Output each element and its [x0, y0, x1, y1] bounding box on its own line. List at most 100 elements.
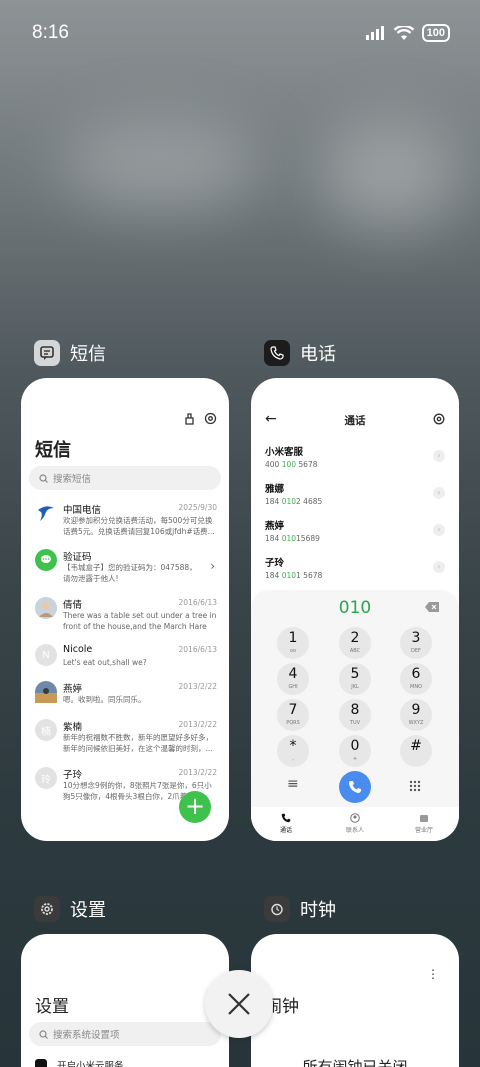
sender-name: 燕婷 — [63, 684, 83, 695]
settings-item[interactable]: 开启小米云服务 — [35, 1058, 124, 1067]
more-options-icon[interactable]: ⋮ — [427, 967, 439, 981]
app-label-phone[interactable]: 电话 — [264, 340, 336, 366]
message-preview: 新年的祝福数不胜数，新年的愿望好多好多，新年的问候依旧美好，在这个温馨的时刻，.… — [63, 733, 213, 753]
message-date: 2013/2/22 — [178, 682, 217, 691]
list-item[interactable]: 中国电信 2025/9/30 欢迎参加积分兑换话费活动，每500分可兑换话费5元… — [35, 502, 217, 542]
dial-key[interactable]: 1 oo — [277, 627, 309, 659]
message-preview: There was a table set out under a tree i… — [63, 611, 217, 631]
contact-name: 子玲 — [265, 558, 285, 569]
chevron-right-icon[interactable]: › — [433, 487, 445, 499]
background-blur — [60, 120, 260, 210]
settings-gear-icon[interactable] — [204, 412, 217, 425]
search-icon — [39, 1029, 48, 1039]
phone-app-icon — [264, 340, 290, 366]
china-telecom-logo-icon — [35, 502, 57, 524]
dial-key[interactable]: *, — [277, 735, 309, 767]
list-item[interactable]: 倩倩 2016/6/13 There was a table set out u… — [35, 597, 217, 637]
search-placeholder: 搜索短信 — [53, 474, 92, 485]
message-preview: 嗯。收到啦。同乐同乐。 — [63, 695, 146, 704]
sender-name: Nicole — [63, 644, 93, 655]
status-icons: 100 — [365, 24, 450, 42]
settings-app-card[interactable]: 设置 搜索系统设置项 开启小米云服务 — [21, 934, 229, 1067]
list-item[interactable]: 燕婷 2013/2/22 嗯。收到啦。同乐同乐。 — [35, 681, 217, 721]
clock-app-card[interactable]: ⋮ 闹钟 所有闹钟已关闭 — [251, 934, 459, 1067]
dial-key[interactable]: 0 + — [339, 735, 371, 767]
contact-name: 小米客服 — [265, 447, 304, 458]
sender-name: 子玲 — [63, 770, 83, 781]
tab-label: 营业厅 — [414, 827, 433, 834]
dialpad-grid-icon[interactable] — [409, 780, 421, 792]
bottom-tab-bar: 通话 联系人 营业厅 — [251, 807, 459, 841]
settings-item-label: 开启小米云服务 — [57, 1061, 124, 1067]
dial-key[interactable]: 8 TUV — [339, 699, 371, 731]
settings-gear-icon[interactable] — [433, 413, 445, 425]
contact-item[interactable]: 燕婷 184 01015689 › — [265, 518, 445, 548]
search-icon — [39, 473, 48, 483]
message-date: 2016/6/13 — [178, 598, 217, 607]
contact-number: 184 01015689 — [265, 534, 320, 543]
contact-item[interactable]: 雅娜 184 0102 4685 › — [265, 481, 445, 511]
new-message-button[interactable]: + — [179, 791, 211, 823]
settings-app-icon — [34, 896, 60, 922]
message-preview: 【韦城盒子】您的验证码为：047588，请勿泄露于他人! — [63, 563, 197, 583]
call-button[interactable] — [339, 771, 371, 803]
search-input[interactable]: 搜索短信 — [29, 466, 221, 490]
menu-icon[interactable]: ≡ — [287, 776, 299, 792]
battery-indicator: 100 — [421, 24, 450, 42]
sender-name: 验证码 — [63, 552, 92, 563]
dial-key[interactable]: # — [400, 735, 432, 767]
cloud-service-icon — [35, 1059, 47, 1067]
sms-app-card[interactable]: 短信 搜索短信 中国电信 2025/9/30 欢迎参加积分兑换话费活动，每500… — [21, 378, 229, 841]
dial-key[interactable]: 4 GHI — [277, 663, 309, 695]
page-title: 设置 — [35, 997, 69, 1017]
message-date: 2016/6/13 — [178, 645, 217, 654]
signal-icon — [365, 26, 384, 40]
tab-store[interactable]: 营业厅 — [404, 813, 444, 834]
dial-key[interactable]: 5 JKL — [339, 663, 371, 695]
sender-name: 倩倩 — [63, 600, 83, 611]
contact-number: 184 0101 5678 — [265, 571, 323, 580]
clear-all-button[interactable] — [205, 970, 273, 1038]
list-item[interactable]: N Nicole 2016/6/13 Let's eat out,shall w… — [35, 644, 217, 684]
phone-icon — [281, 813, 291, 823]
chevron-right-icon[interactable]: › — [433, 450, 445, 462]
avatar: 楠 — [35, 719, 57, 741]
background-blur — [320, 120, 460, 230]
message-bubble-icon — [35, 549, 57, 571]
dial-key[interactable]: 2 ABC — [339, 627, 371, 659]
app-label-text: 时钟 — [300, 900, 336, 921]
message-date: 2025/9/30 — [178, 503, 217, 512]
message-preview: Let's eat out,shall we? — [63, 658, 147, 667]
phone-app-card[interactable]: ← 通话 小米客服 400 100 5678 › 雅娜 184 0102 468… — [251, 378, 459, 841]
clean-icon[interactable] — [183, 412, 196, 425]
contact-name: 雅娜 — [265, 484, 285, 495]
contact-item[interactable]: 子玲 184 0101 5678 › — [265, 555, 445, 585]
tab-contacts[interactable]: 联系人 — [335, 813, 375, 834]
search-input[interactable]: 搜索系统设置项 — [29, 1022, 221, 1046]
list-item[interactable]: 楠 紫楠 2013/2/22 新年的祝福数不胜数，新年的愿望好多好多，新年的问候… — [35, 719, 217, 759]
contact-number: 184 0102 4685 — [265, 497, 323, 506]
dial-key[interactable]: 7 PQRS — [277, 699, 309, 731]
sms-app-icon — [34, 340, 60, 366]
sender-name: 中国电信 — [63, 505, 102, 516]
page-title: 通话 — [344, 415, 366, 427]
list-item[interactable]: 验证码 【韦城盒子】您的验证码为：047588，请勿泄露于他人! › — [35, 549, 217, 589]
contact-item[interactable]: 小米客服 400 100 5678 › — [265, 444, 445, 474]
message-preview: 欢迎参加积分兑换话费活动，每500分可兑换话费5元。兑换话费请回复106或jfd… — [63, 516, 215, 536]
chevron-right-icon[interactable]: › — [433, 524, 445, 536]
message-date: 2013/2/22 — [178, 768, 217, 777]
backspace-icon[interactable] — [425, 602, 439, 612]
contact-name: 燕婷 — [265, 521, 285, 532]
chevron-right-icon[interactable]: › — [433, 561, 445, 573]
app-label-clock[interactable]: 时钟 — [264, 896, 336, 922]
app-label-sms[interactable]: 短信 — [34, 340, 106, 366]
status-bar: 8:16 100 — [0, 0, 480, 64]
tab-calls[interactable]: 通话 — [266, 813, 306, 834]
contact-number: 400 100 5678 — [265, 460, 318, 469]
dial-key[interactable]: 3 DEF — [400, 627, 432, 659]
dial-key[interactable]: 9 WXYZ — [400, 699, 432, 731]
avatar: 玲 — [35, 767, 57, 789]
app-label-settings[interactable]: 设置 — [34, 896, 106, 922]
dial-key[interactable]: 6 MNO — [400, 663, 432, 695]
status-time: 8:16 — [32, 22, 69, 43]
